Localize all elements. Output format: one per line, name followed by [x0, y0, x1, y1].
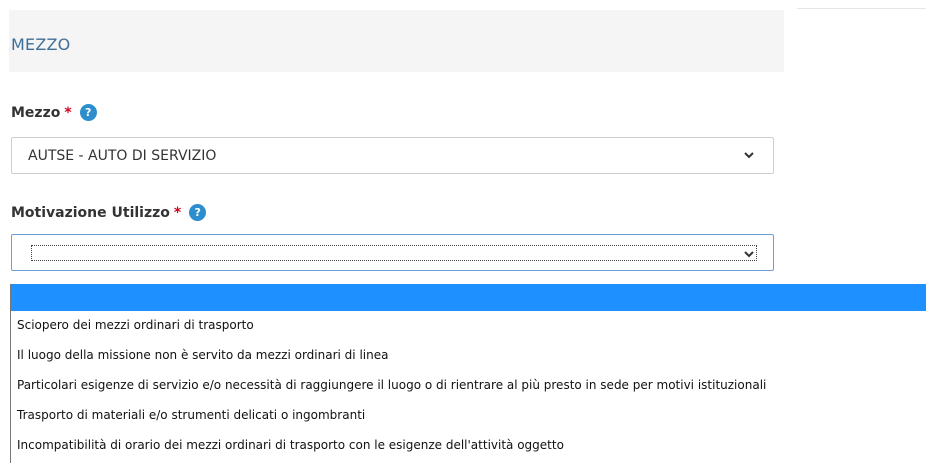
help-icon[interactable]: ? — [79, 104, 97, 121]
mezzo-label-text: Mezzo — [11, 104, 61, 121]
required-asterisk: * — [64, 104, 72, 121]
dropdown-option[interactable]: Trasporto di materiali e/o strumenti del… — [11, 401, 926, 428]
dropdown-option-empty[interactable] — [11, 284, 926, 311]
mezzo-select[interactable]: AUTSE - AUTO DI SERVIZIO — [11, 137, 774, 174]
section-title: MEZZO — [11, 35, 71, 54]
divider-line — [797, 8, 926, 9]
focus-outline — [31, 245, 757, 261]
mezzo-selected-value: AUTSE - AUTO DI SERVIZIO — [28, 148, 217, 164]
dropdown-option[interactable]: Sciopero dei mezzi ordinari di trasporto — [11, 311, 926, 338]
chevron-down-icon — [743, 248, 755, 260]
mezzo-label: Mezzo * ? — [11, 104, 97, 121]
help-icon[interactable]: ? — [189, 204, 207, 221]
section-header: MEZZO — [9, 10, 784, 72]
dropdown-option[interactable]: Incompatibilità di orario dei mezzi ordi… — [11, 431, 926, 458]
motivazione-label: Motivazione Utilizzo * ? — [11, 204, 207, 221]
dropdown-option[interactable]: Particolari esigenze di servizio e/o nec… — [11, 371, 926, 398]
motivazione-label-text: Motivazione Utilizzo — [11, 204, 170, 221]
motivazione-select[interactable] — [11, 234, 774, 271]
chevron-down-icon — [743, 149, 755, 161]
required-asterisk: * — [173, 204, 182, 221]
dropdown-option[interactable]: Il luogo della missione non è servito da… — [11, 341, 926, 368]
motivazione-dropdown-list: Sciopero dei mezzi ordinari di trasporto… — [10, 284, 926, 463]
